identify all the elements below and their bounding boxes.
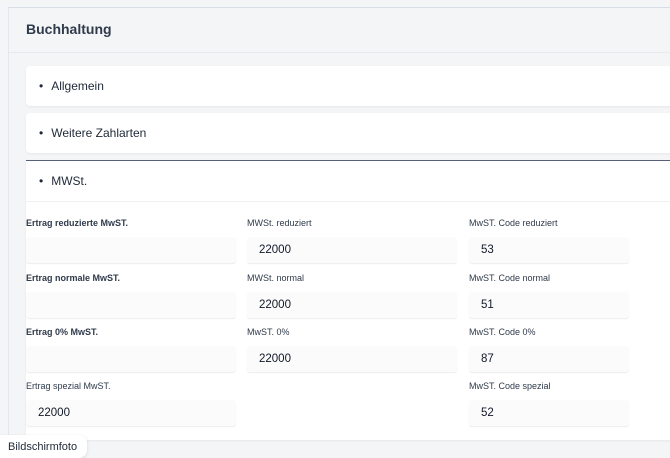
code-reduziert-input[interactable] (469, 237, 629, 263)
mwst-null-input[interactable] (247, 346, 457, 372)
section-mwst-header[interactable]: • MWSt. (26, 161, 670, 201)
code-null-input[interactable] (469, 346, 629, 372)
section-mwst-label: MWSt. (51, 174, 88, 188)
mwst-reduziert-input[interactable] (247, 237, 457, 263)
field-ertrag-normal: Ertrag normale MwST. (26, 272, 236, 318)
section-allgemein-label: Allgemein (51, 79, 104, 93)
code-normal-input[interactable] (469, 292, 629, 318)
panel-divider (9, 52, 670, 53)
field-ertrag-null: Ertrag 0% MwST. (26, 326, 236, 372)
field-label: Ertrag 0% MwST. (26, 327, 99, 337)
field-mwst-null: MwST. 0% (247, 326, 457, 372)
ertrag-null-input[interactable] (26, 346, 236, 372)
field-code-null: MwST. Code 0% (469, 326, 629, 372)
section-weitere-zahlarten-header[interactable]: • Weitere Zahlarten (26, 113, 670, 153)
field-ertrag-spezial: Ertrag spezial MwST. (26, 380, 236, 426)
field-code-normal: MwST. Code normal (469, 272, 629, 318)
field-label: MwST. Code reduziert (469, 218, 558, 228)
section-allgemein-header[interactable]: • Allgemein (26, 66, 670, 106)
field-mwst-normal: MWSt. normal (247, 272, 457, 318)
bullet-icon: • (39, 126, 44, 140)
ertrag-spezial-input[interactable] (26, 400, 236, 426)
ertrag-normal-input[interactable] (26, 292, 236, 318)
ertrag-reduziert-input[interactable] (26, 237, 236, 263)
top-border (8, 0, 670, 8)
accounting-panel: Buchhaltung • Allgemein • Weitere Zahlar… (8, 8, 670, 450)
field-label: Ertrag spezial MwST. (26, 381, 111, 391)
field-label: Ertrag reduzierte MwST. (26, 218, 129, 228)
field-code-spezial: MwST. Code spezial (469, 380, 629, 426)
code-spezial-input[interactable] (469, 400, 629, 426)
field-label: MWSt. normal (247, 273, 305, 283)
section-allgemein[interactable]: • Allgemein (26, 66, 670, 106)
field-label: MwST. Code spezial (469, 381, 551, 391)
section-mwst: • MWSt. Ertrag reduzierte MwST. MWSt. re… (26, 160, 670, 440)
section-divider (26, 201, 670, 202)
bullet-icon: • (39, 79, 44, 93)
bullet-icon: • (39, 174, 44, 188)
panel-title: Buchhaltung (26, 21, 112, 37)
section-weitere-zahlarten-label: Weitere Zahlarten (51, 126, 147, 140)
screenshot-toast[interactable]: Bildschirmfoto (0, 435, 88, 458)
field-label: Ertrag normale MwST. (26, 273, 121, 283)
field-ertrag-reduziert: Ertrag reduzierte MwST. (26, 217, 236, 263)
field-label: MwST. Code normal (469, 273, 551, 283)
field-code-reduziert: MwST. Code reduziert (469, 217, 629, 263)
mwst-normal-input[interactable] (247, 292, 457, 318)
field-label: MWSt. reduziert (247, 218, 312, 228)
field-label: MwST. Code 0% (469, 327, 536, 337)
field-mwst-reduziert: MWSt. reduziert (247, 217, 457, 263)
section-weitere-zahlarten[interactable]: • Weitere Zahlarten (26, 113, 670, 153)
field-label: MwST. 0% (247, 327, 290, 337)
